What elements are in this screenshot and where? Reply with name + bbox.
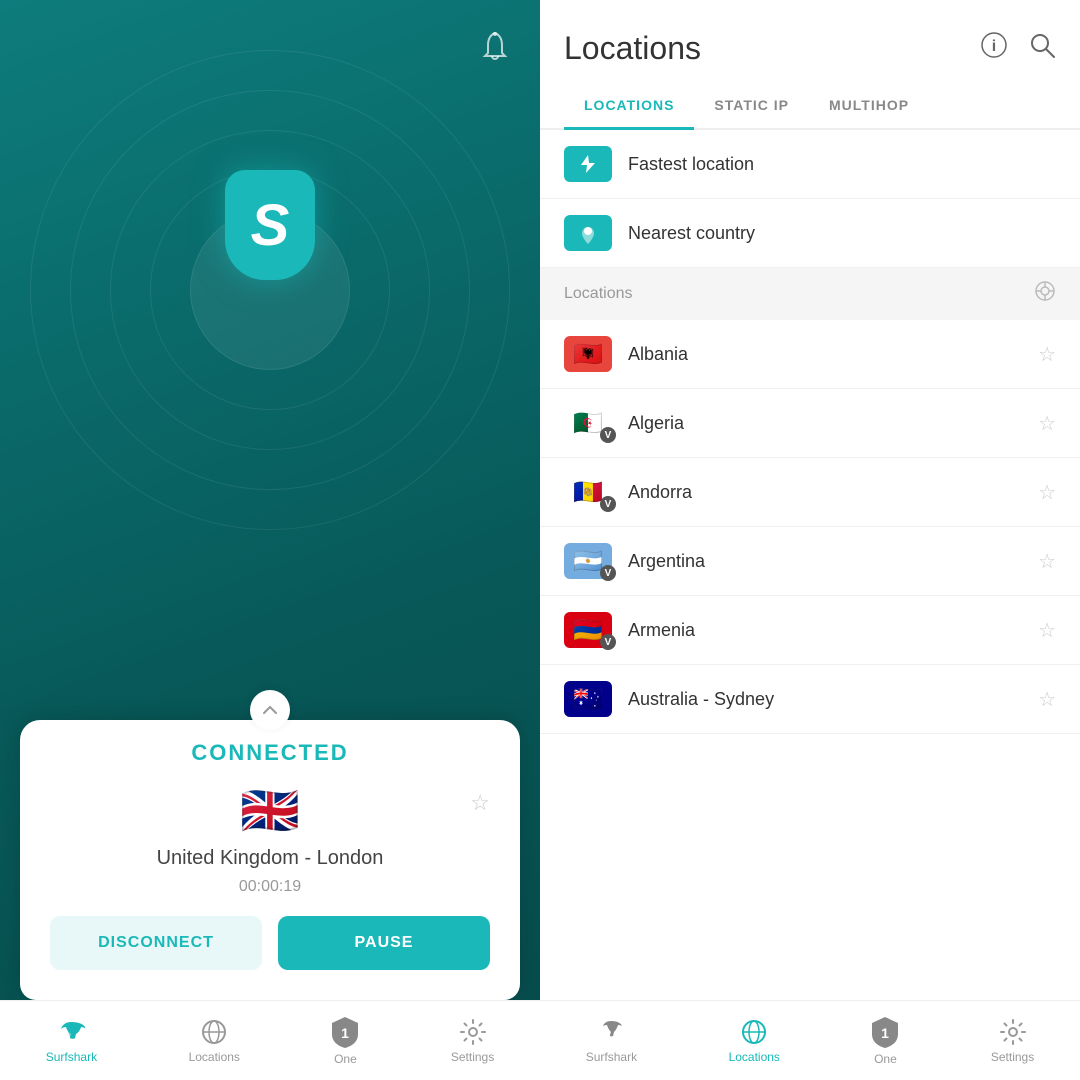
nav-label-locations-left: Locations — [189, 1050, 240, 1064]
right-bottom-nav: Surfshark Locations 1 One — [540, 1000, 1080, 1080]
nav-item-one-left[interactable]: 1 One — [331, 1016, 359, 1066]
connected-card: CONNECTED 🇬🇧 United Kingdom - London 00:… — [20, 720, 520, 1000]
country-name: Armenia — [628, 620, 1022, 641]
list-item[interactable]: 🇩🇿 V Algeria ☆ — [540, 389, 1080, 458]
nav-label-settings-right: Settings — [991, 1050, 1034, 1064]
svg-text:i: i — [992, 38, 996, 55]
pause-button[interactable]: PAUSE — [278, 916, 490, 970]
rings-container — [30, 50, 510, 530]
nav-label-surfshark-right: Surfshark — [586, 1050, 637, 1064]
favorite-icon[interactable]: ☆ — [1038, 342, 1056, 367]
nav-label-locations-right: Locations — [729, 1050, 780, 1064]
chevron-up-icon[interactable] — [250, 690, 290, 730]
list-item[interactable]: 🇦🇩 V Andorra ☆ — [540, 458, 1080, 527]
app-container: S CONNECTED 🇬🇧 United Kingdom - London 0… — [0, 0, 1080, 1080]
section-title: Locations — [564, 285, 633, 303]
list-item[interactable]: 🇦🇺 Australia - Sydney ☆ — [540, 665, 1080, 734]
connection-timer: 00:00:19 — [239, 878, 301, 896]
list-item[interactable]: 🇦🇷 V Argentina ☆ — [540, 527, 1080, 596]
favorite-icon[interactable]: ☆ — [1038, 411, 1056, 436]
fastest-icon — [564, 146, 612, 182]
nav-item-surfshark-left[interactable]: Surfshark — [46, 1018, 97, 1064]
tab-static-ip[interactable]: STATIC IP — [694, 83, 809, 130]
info-icon[interactable]: i — [980, 31, 1008, 66]
favorite-icon[interactable]: ☆ — [1038, 480, 1056, 505]
list-item[interactable]: 🇦🇱 Albania ☆ — [540, 320, 1080, 389]
left-panel: S CONNECTED 🇬🇧 United Kingdom - London 0… — [0, 0, 540, 1080]
nearest-country-item[interactable]: Nearest country — [540, 199, 1080, 268]
location-name: United Kingdom - London — [157, 847, 384, 870]
nav-item-locations-right[interactable]: Locations — [729, 1018, 780, 1064]
fastest-label: Fastest location — [628, 154, 1056, 175]
svg-text:1: 1 — [342, 1025, 350, 1041]
nearest-icon — [564, 215, 612, 251]
tab-multihop[interactable]: MULTIHOP — [809, 83, 929, 130]
nav-item-locations-left[interactable]: Locations — [189, 1018, 240, 1064]
bell-button[interactable] — [480, 30, 510, 69]
list-item[interactable]: 🇦🇲 V Armenia ☆ — [540, 596, 1080, 665]
favorite-icon[interactable]: ☆ — [1038, 549, 1056, 574]
country-name: Argentina — [628, 551, 1022, 572]
disconnect-button[interactable]: DISCONNECT — [50, 916, 262, 970]
right-panel: Locations i LOCATIONS STATI — [540, 0, 1080, 1080]
nav-label-one-left: One — [334, 1052, 357, 1066]
nav-item-settings-right[interactable]: Settings — [991, 1018, 1034, 1064]
country-name: Albania — [628, 344, 1022, 365]
sort-icon[interactable] — [1034, 280, 1056, 308]
countries-section-header: Locations — [540, 268, 1080, 320]
nav-label-one-right: One — [874, 1052, 897, 1066]
left-bottom-nav: Surfshark Locations 1 One — [0, 1000, 540, 1080]
header-icons: i — [980, 31, 1056, 66]
connected-status: CONNECTED — [50, 740, 490, 766]
favorite-star-icon[interactable]: ☆ — [470, 790, 490, 816]
nav-label-settings-left: Settings — [451, 1050, 494, 1064]
favorite-icon[interactable]: ☆ — [1038, 618, 1056, 643]
svg-text:1: 1 — [882, 1025, 890, 1041]
location-list: Fastest location Nearest country Locatio… — [540, 130, 1080, 1000]
ring-5 — [30, 50, 510, 530]
fastest-location-item[interactable]: Fastest location — [540, 130, 1080, 199]
surfshark-logo: S — [225, 170, 315, 280]
nav-item-surfshark-right[interactable]: Surfshark — [586, 1018, 637, 1064]
nearest-label: Nearest country — [628, 223, 1056, 244]
right-header: Locations i — [540, 0, 1080, 67]
nav-item-one-right[interactable]: 1 One — [871, 1016, 899, 1066]
country-flag: 🇬🇧 — [240, 782, 300, 839]
country-name: Australia - Sydney — [628, 689, 1022, 710]
country-name: Andorra — [628, 482, 1022, 503]
nav-item-settings-left[interactable]: Settings — [451, 1018, 494, 1064]
location-info: 🇬🇧 United Kingdom - London 00:00:19 — [50, 782, 490, 896]
tab-bar: LOCATIONS STATIC IP MULTIHOP — [540, 83, 1080, 130]
page-title: Locations — [564, 30, 701, 67]
nav-label-surfshark-left: Surfshark — [46, 1050, 97, 1064]
search-icon[interactable] — [1028, 31, 1056, 66]
action-buttons: DISCONNECT PAUSE — [50, 916, 490, 970]
favorite-icon[interactable]: ☆ — [1038, 687, 1056, 712]
tab-locations[interactable]: LOCATIONS — [564, 83, 694, 130]
country-name: Algeria — [628, 413, 1022, 434]
